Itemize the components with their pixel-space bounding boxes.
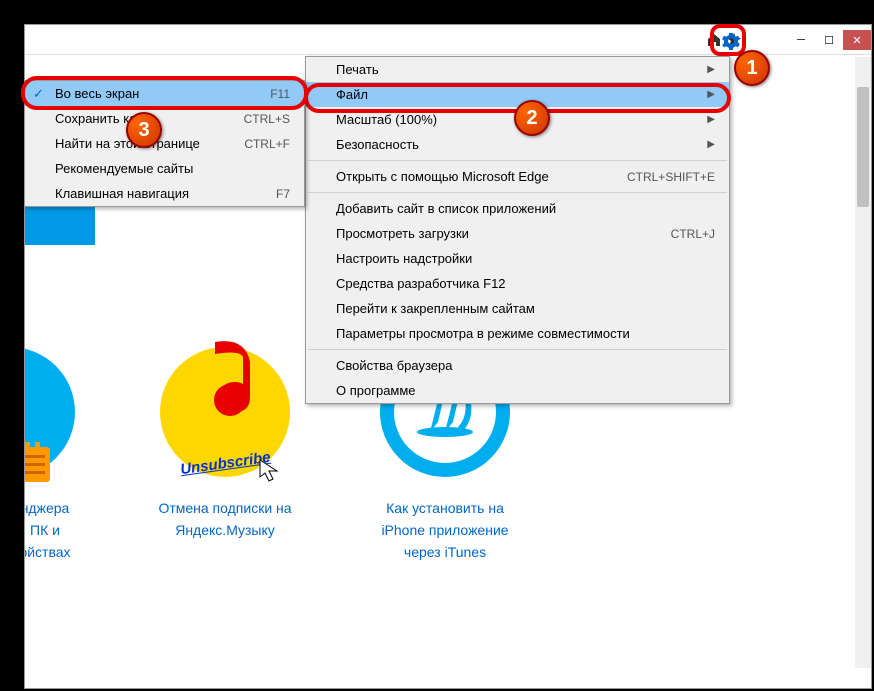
menu-item-file[interactable]: Файл▶	[306, 82, 729, 107]
close-button[interactable]: ✕	[843, 30, 871, 50]
badge-2: 2	[514, 100, 550, 136]
chevron-right-icon: ▶	[707, 139, 715, 150]
menu-item-fullscreen[interactable]: ✓ Во весь экранF11	[25, 81, 304, 106]
menu-item-addons[interactable]: Настроить надстройки	[306, 246, 729, 271]
watermark: user-life.com	[784, 671, 864, 687]
menu-item-properties[interactable]: Свойства браузера	[306, 353, 729, 378]
menu-item-print[interactable]: Печать▶	[306, 57, 729, 82]
chevron-right-icon: ▶	[707, 114, 715, 125]
tile-item[interactable]: нджера ПК и ойствах	[25, 347, 85, 563]
menu-item-caret[interactable]: Клавишная навигацияF7	[25, 181, 304, 206]
maximize-button[interactable]: ☐	[815, 30, 843, 50]
tile-label: нджера ПК и ойствах	[25, 497, 85, 563]
gear-icon[interactable]	[722, 32, 740, 50]
scrollbar-thumb[interactable]	[857, 87, 869, 207]
menu-separator	[308, 349, 727, 350]
blue-strip	[25, 201, 95, 245]
tile-item[interactable]: Unsubscribe Отмена подписки на Яндекс.Му…	[145, 347, 305, 563]
chevron-right-icon: ▶	[707, 89, 715, 100]
check-icon: ✓	[33, 86, 44, 102]
menu-separator	[308, 192, 727, 193]
minimize-button[interactable]: ─	[787, 30, 815, 50]
menu-item-compat[interactable]: Параметры просмотра в режиме совместимос…	[306, 321, 729, 346]
menu-item-suggested[interactable]: Рекомендуемые сайты	[25, 156, 304, 181]
menu-item-security[interactable]: Безопасность▶	[306, 132, 729, 157]
gear-highlight	[710, 24, 746, 56]
badge-1: 1	[734, 50, 770, 86]
menu-item-saveas[interactable]: Сохранить как...CTRL+S	[25, 106, 304, 131]
file-submenu: ✓ Во весь экранF11 Сохранить как...CTRL+…	[24, 80, 305, 207]
tile-label: Отмена подписки на Яндекс.Музыку	[145, 497, 305, 541]
menu-item-pinned[interactable]: Перейти к закрепленным сайтам	[306, 296, 729, 321]
menu-separator	[308, 160, 727, 161]
menu-item-open-edge[interactable]: Открыть с помощью Microsoft EdgeCTRL+SHI…	[306, 164, 729, 189]
badge-3: 3	[126, 112, 162, 148]
tile-label: Как установить на iPhone приложение чере…	[365, 497, 525, 563]
menu-item-downloads[interactable]: Просмотреть загрузкиCTRL+J	[306, 221, 729, 246]
menu-item-about[interactable]: О программе	[306, 378, 729, 403]
menu-item-find[interactable]: Найти на этой страницеCTRL+F	[25, 131, 304, 156]
window-controls: ─ ☐ ✕	[787, 30, 871, 50]
scrollbar[interactable]	[855, 57, 871, 668]
chevron-right-icon: ▶	[707, 64, 715, 75]
menu-item-f12[interactable]: Средства разработчика F12	[306, 271, 729, 296]
menu-item-add-app[interactable]: Добавить сайт в список приложений	[306, 196, 729, 221]
